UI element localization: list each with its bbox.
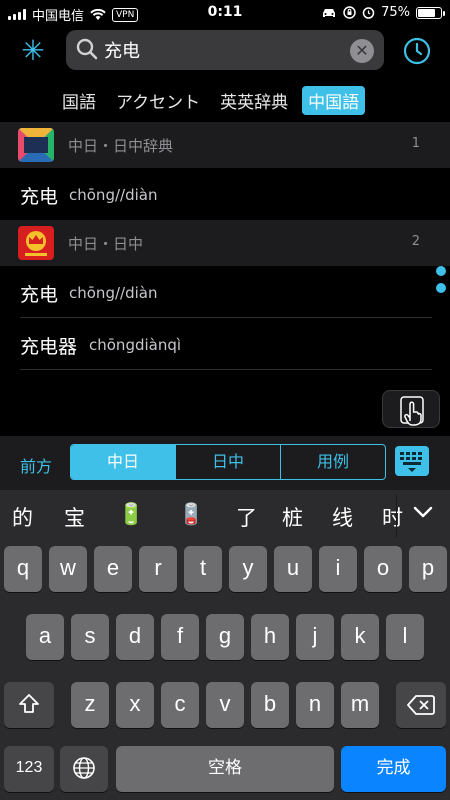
direction-segmented-control: 中日 日中 用例 bbox=[70, 444, 386, 480]
key-u[interactable]: u bbox=[274, 546, 312, 592]
orientation-lock-icon bbox=[343, 6, 356, 19]
dictionary-logo-icon bbox=[18, 128, 54, 162]
key-e[interactable]: e bbox=[94, 546, 132, 592]
key-o[interactable]: o bbox=[364, 546, 402, 592]
tab-dictionary[interactable]: 中国語 bbox=[302, 86, 366, 115]
key-k[interactable]: k bbox=[341, 614, 379, 660]
key-g[interactable]: g bbox=[206, 614, 244, 660]
key-h[interactable]: h bbox=[251, 614, 289, 660]
key-s[interactable]: s bbox=[71, 614, 109, 660]
key-z[interactable]: z bbox=[71, 682, 109, 728]
candidate-item[interactable]: 宝 bbox=[64, 502, 85, 532]
search-mode-bar: 前方 中日 日中 用例 bbox=[0, 436, 450, 490]
search-icon bbox=[76, 38, 98, 60]
entry-word: 充电 bbox=[20, 186, 59, 208]
dictionary-tabs: 国語 アクセント 英英辞典 中国語 bbox=[56, 86, 366, 115]
car-icon bbox=[323, 8, 336, 17]
tab-dictionary[interactable]: アクセント bbox=[110, 86, 206, 115]
list-item[interactable]: 充电 chōng//diàn bbox=[20, 266, 432, 318]
key-j[interactable]: j bbox=[296, 614, 334, 660]
crown-logo-icon bbox=[18, 226, 54, 260]
match-mode-button[interactable]: 前方 bbox=[20, 453, 52, 477]
entry-pinyin: chōng//diàn bbox=[69, 284, 158, 302]
search-input[interactable] bbox=[104, 35, 344, 65]
key-m[interactable]: m bbox=[341, 682, 379, 728]
handwriting-button[interactable] bbox=[382, 390, 440, 428]
entry-pinyin: chōng//diàn bbox=[69, 186, 158, 204]
candidate-item[interactable]: 了 bbox=[236, 502, 257, 532]
key-v[interactable]: v bbox=[206, 682, 244, 728]
key-r[interactable]: r bbox=[139, 546, 177, 592]
close-icon: ✕ bbox=[355, 41, 369, 60]
tab-dictionary[interactable]: 国語 bbox=[56, 86, 102, 115]
page-indicator-dot[interactable] bbox=[436, 283, 446, 293]
candidate-bar: 时线桩了 🪫 🔋 宝 的 bbox=[0, 490, 450, 542]
tab-dictionary[interactable]: 英英辞典 bbox=[214, 86, 294, 115]
globe-icon bbox=[73, 757, 95, 779]
space-key[interactable]: 空格 bbox=[116, 746, 334, 792]
key-x[interactable]: x bbox=[116, 682, 154, 728]
candidate-item[interactable]: 🔋 bbox=[118, 502, 144, 527]
key-a[interactable]: a bbox=[26, 614, 64, 660]
key-q[interactable]: q bbox=[4, 546, 42, 592]
hand-pointer-icon bbox=[400, 396, 424, 426]
key-p[interactable]: p bbox=[409, 546, 447, 592]
candidate-item[interactable]: 线 bbox=[332, 502, 353, 532]
candidate-item[interactable]: 🪫 bbox=[178, 502, 204, 527]
key-c[interactable]: c bbox=[161, 682, 199, 728]
key-y[interactable]: y bbox=[229, 546, 267, 592]
section-title: 中日・日中 bbox=[68, 235, 144, 253]
language-key[interactable] bbox=[60, 746, 108, 792]
list-item[interactable]: 充电器 chōngdiànqì bbox=[20, 318, 432, 370]
battery-percent: 75% bbox=[381, 5, 410, 20]
candidate-separator bbox=[396, 494, 397, 538]
clear-search-button[interactable]: ✕ bbox=[350, 39, 374, 63]
segment-option[interactable]: 中日 bbox=[71, 445, 176, 479]
backspace-icon bbox=[407, 695, 435, 715]
search-box[interactable]: ✕ bbox=[66, 30, 384, 70]
chevron-down-icon[interactable] bbox=[412, 504, 434, 520]
key-n[interactable]: n bbox=[296, 682, 334, 728]
keyboard-toggle-icon[interactable] bbox=[395, 446, 429, 476]
segment-option[interactable]: 用例 bbox=[281, 445, 385, 479]
key-b[interactable]: b bbox=[251, 682, 289, 728]
candidate-item[interactable]: 桩 bbox=[282, 502, 303, 532]
key-i[interactable]: i bbox=[319, 546, 357, 592]
segment-option[interactable]: 日中 bbox=[176, 445, 281, 479]
done-key[interactable]: 完成 bbox=[341, 746, 446, 792]
key-d[interactable]: d bbox=[116, 614, 154, 660]
section-count: 1 bbox=[411, 136, 420, 151]
results-list: 中日・日中辞典 1 充电 chōng//diàn 中日・日中 2 充电 chōn… bbox=[0, 122, 450, 370]
section-title: 中日・日中辞典 bbox=[68, 137, 174, 155]
page-indicator-dot[interactable] bbox=[436, 266, 446, 276]
shift-key[interactable] bbox=[4, 682, 54, 728]
key-w[interactable]: w bbox=[49, 546, 87, 592]
shift-icon bbox=[19, 694, 39, 713]
status-bar: 中国电信 VPN 0:11 75% bbox=[0, 0, 450, 26]
entry-word: 充电 bbox=[20, 284, 59, 306]
entry-pinyin: chōngdiànqì bbox=[89, 336, 182, 354]
delete-key[interactable] bbox=[396, 682, 446, 728]
key-l[interactable]: l bbox=[386, 614, 424, 660]
candidate-item[interactable]: 的 bbox=[12, 502, 33, 532]
entry-word: 充电器 bbox=[20, 336, 78, 358]
history-clock-icon[interactable] bbox=[402, 36, 432, 66]
section-count: 2 bbox=[411, 234, 420, 249]
section-header[interactable]: 中日・日中 2 bbox=[0, 220, 450, 266]
candidate-item[interactable]: 时 bbox=[382, 502, 403, 532]
alarm-icon bbox=[362, 7, 375, 19]
asterisk-menu-icon[interactable]: ✳ bbox=[16, 34, 50, 68]
numbers-key[interactable]: 123 bbox=[4, 746, 54, 792]
key-f[interactable]: f bbox=[161, 614, 199, 660]
keyboard: 时线桩了 🪫 🔋 宝 的 q w e r t y u i o p a s d f g h j k l z x c v b n m 123 空格… bbox=[0, 490, 450, 800]
section-header[interactable]: 中日・日中辞典 1 bbox=[0, 122, 450, 168]
list-item[interactable]: 充电 chōng//diàn bbox=[20, 168, 432, 220]
key-t[interactable]: t bbox=[184, 546, 222, 592]
battery-icon bbox=[416, 6, 445, 19]
